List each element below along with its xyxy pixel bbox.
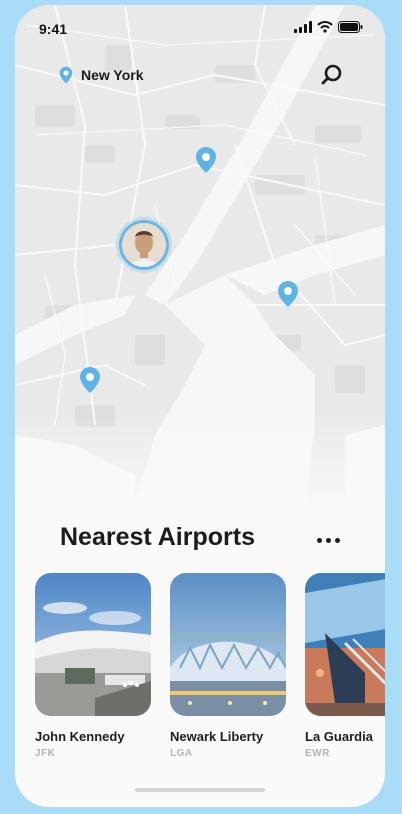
airport-code: EWR <box>305 748 330 759</box>
status-time: 9:41 <box>39 21 68 37</box>
pin-icon <box>59 66 73 84</box>
airport-code: JFK <box>35 748 56 759</box>
airport-card[interactable]: La Guardia EWR <box>305 573 385 759</box>
map-fade <box>15 415 385 510</box>
location-city: New York <box>81 67 144 83</box>
battery-icon <box>338 21 363 33</box>
airport-code: LGA <box>170 748 193 759</box>
status-bar: 9:41 <box>15 5 385 49</box>
more-icon <box>316 537 322 543</box>
status-icons <box>294 21 363 33</box>
airport-name: John Kennedy <box>35 729 125 744</box>
phone-screen: 9:41 New York Nearest Airports John Kenn… <box>15 5 385 807</box>
pin-icon <box>196 147 216 173</box>
airport-name: La Guardia <box>305 729 373 744</box>
map-pin[interactable] <box>195 146 217 174</box>
pin-icon <box>278 281 298 307</box>
avatar-photo <box>122 223 166 267</box>
more-button[interactable] <box>313 533 343 547</box>
pin-icon <box>80 367 100 393</box>
current-location[interactable]: New York <box>59 66 144 84</box>
wifi-icon <box>317 21 333 33</box>
search-button[interactable] <box>319 62 345 88</box>
map-pin[interactable] <box>79 366 101 394</box>
more-icon <box>334 537 340 543</box>
section-title: Nearest Airports <box>60 523 255 551</box>
airport-photo <box>305 573 385 716</box>
home-indicator <box>135 788 265 792</box>
airport-photo <box>35 573 151 716</box>
airport-card[interactable]: Newark Liberty LGA <box>170 573 286 759</box>
airport-name: Newark Liberty <box>170 729 264 744</box>
user-avatar[interactable] <box>119 220 169 270</box>
more-icon <box>325 537 331 543</box>
airports-sheet: Nearest Airports John Kennedy JFK Newark… <box>15 505 385 807</box>
map-pin[interactable] <box>277 280 299 308</box>
airport-photo <box>170 573 286 716</box>
search-icon <box>321 64 342 85</box>
signal-icon <box>294 21 312 33</box>
airport-carousel[interactable]: John Kennedy JFK Newark Liberty LGA La G… <box>35 573 385 773</box>
airport-card[interactable]: John Kennedy JFK <box>35 573 151 759</box>
